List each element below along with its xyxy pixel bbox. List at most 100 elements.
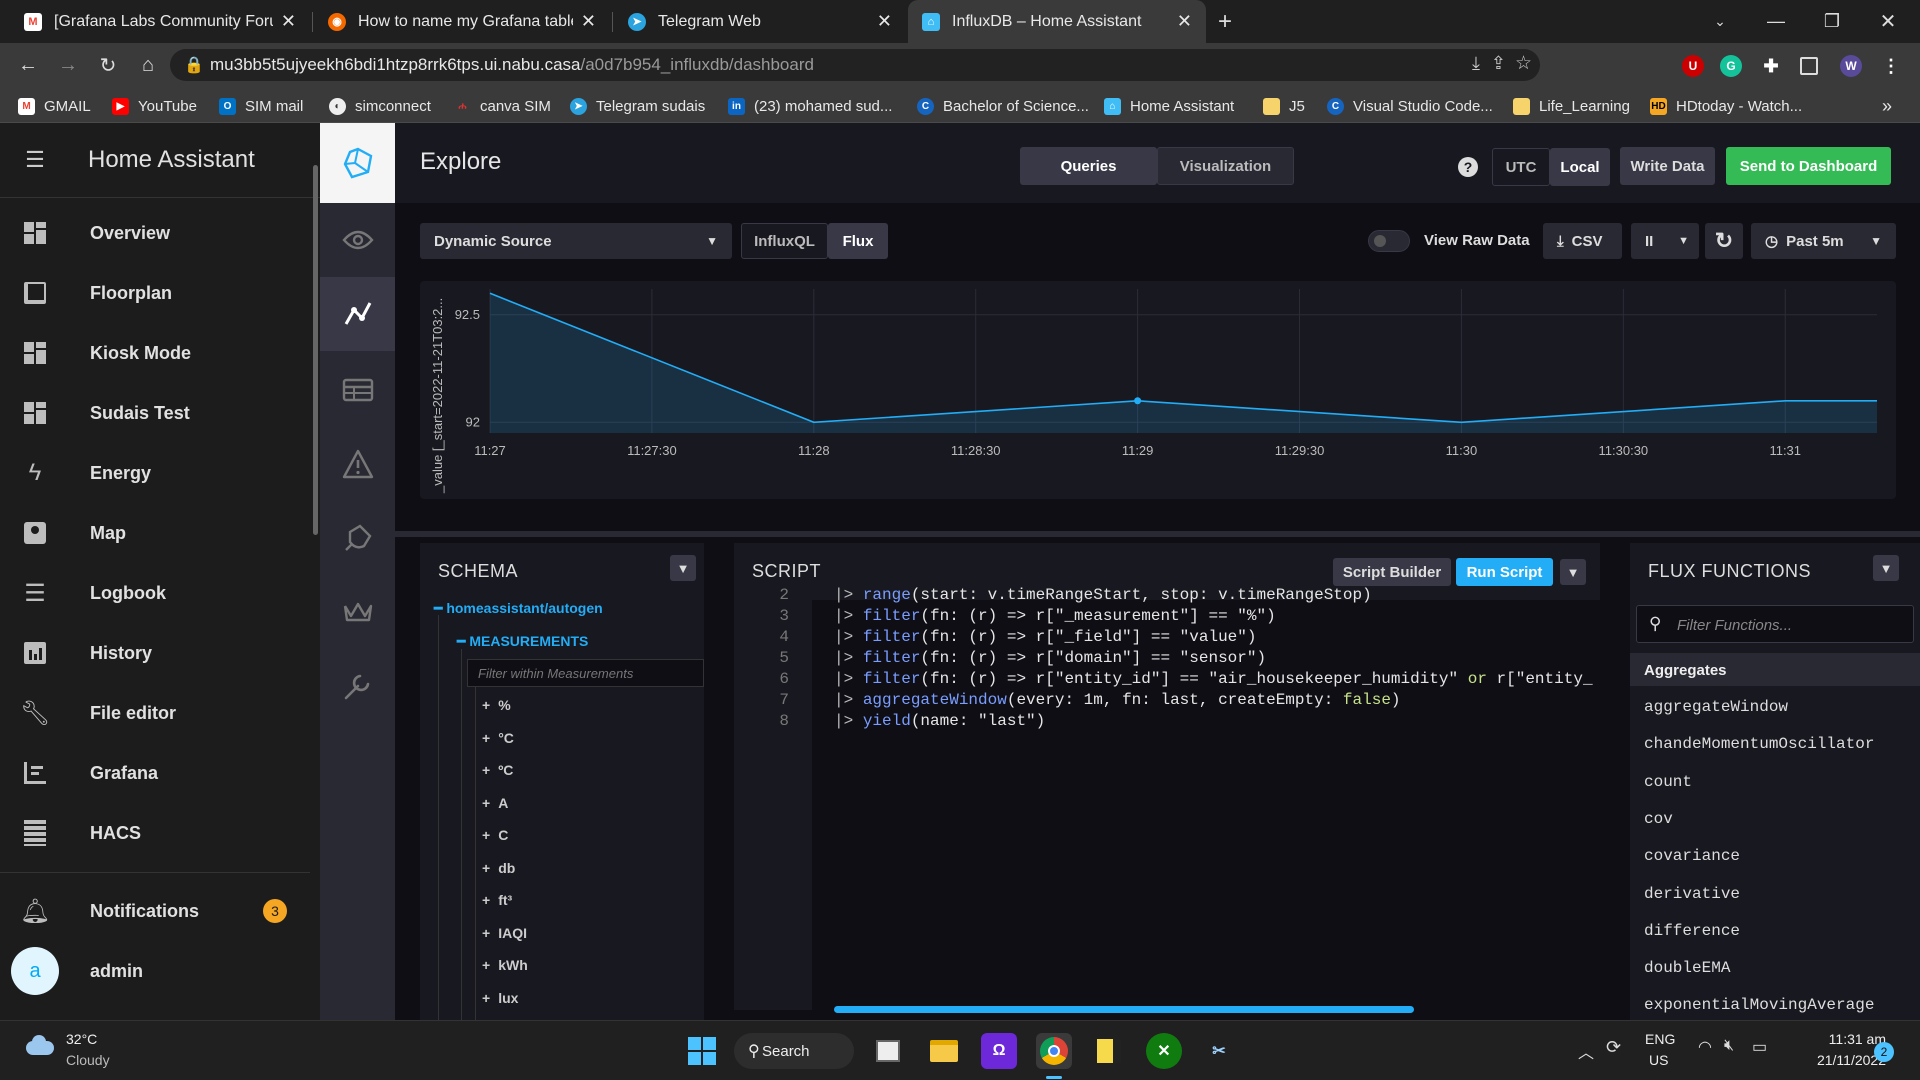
flux-function-item[interactable]: count [1644, 773, 1692, 791]
local-toggle[interactable]: Local [1550, 148, 1610, 186]
bookmark-telegram[interactable]: ➤ Telegram sudais [570, 96, 705, 116]
sidepanel-icon[interactable] [1800, 57, 1818, 75]
more-bookmarks-icon[interactable]: » [1882, 96, 1892, 116]
ublock-icon[interactable]: U [1682, 55, 1704, 77]
flux-function-item[interactable]: derivative [1644, 885, 1740, 903]
alert-icon[interactable] [320, 427, 395, 501]
sidebar-item-file-editor[interactable]: 🔧︎ File editor [0, 689, 310, 737]
minimize-button[interactable]: — [1748, 0, 1804, 43]
autorefresh-dropdown[interactable]: II ▼ [1631, 223, 1699, 259]
sidebar-item-floorplan[interactable]: Floorplan [0, 269, 310, 317]
dashboards-icon[interactable] [320, 353, 395, 427]
close-icon[interactable]: ✕ [581, 11, 596, 32]
crown-icon[interactable] [320, 575, 395, 649]
expand-icon[interactable]: + [482, 957, 490, 973]
measurement-item[interactable]: + lux [482, 990, 518, 1006]
bucket-item[interactable]: ━ homeassistant/autogen [434, 600, 603, 617]
bookmark-home-assistant[interactable]: ⌂ Home Assistant [1104, 96, 1234, 116]
sidebar-item-overview[interactable]: Overview [0, 209, 310, 257]
windows-start-icon[interactable] [684, 1033, 720, 1069]
tab-queries[interactable]: Queries [1020, 147, 1157, 185]
tab-gmail[interactable]: M [Grafana Labs Community Forums] ✕ [10, 0, 310, 43]
bookmark-sim-mail[interactable]: O SIM mail [219, 96, 303, 116]
bookmark-canva[interactable]: ሐ canva SIM [454, 96, 550, 116]
flux-function-item[interactable]: covariance [1644, 847, 1740, 865]
battery-icon[interactable]: ▭ [1752, 1037, 1767, 1057]
send-to-dashboard-button[interactable]: Send to Dashboard [1726, 147, 1891, 185]
weather-temp[interactable]: 32°C [66, 1031, 97, 1047]
expand-icon[interactable]: + [482, 697, 490, 713]
sidebar-item-logbook[interactable]: ☰ Logbook [0, 569, 310, 617]
close-icon[interactable]: ✕ [1177, 11, 1192, 32]
utc-toggle[interactable]: UTC [1492, 148, 1550, 186]
expand-icon[interactable]: + [482, 827, 490, 843]
expand-icon[interactable]: + [482, 730, 490, 746]
sidebar-item-map[interactable]: Map [0, 509, 310, 557]
tab-search-icon[interactable]: ⌄ [1692, 0, 1748, 43]
flux-function-item[interactable]: chandeMomentumOscillator [1644, 735, 1874, 753]
sidebar-item-energy[interactable]: ϟ Energy [0, 449, 310, 497]
help-icon[interactable]: ? [1458, 157, 1478, 177]
flux-function-item[interactable]: cov [1644, 810, 1673, 828]
sidebar-item-kiosk-mode[interactable]: Kiosk Mode [0, 329, 310, 377]
weather-desc[interactable]: Cloudy [66, 1052, 110, 1068]
restore-button[interactable]: ❐ [1804, 0, 1860, 43]
explore-icon[interactable] [320, 277, 395, 351]
menu-dots-icon[interactable]: ⋮ [1880, 55, 1902, 77]
raw-data-toggle[interactable] [1368, 230, 1410, 252]
code-scrollbar[interactable] [834, 1006, 1414, 1013]
wrench-icon[interactable] [320, 649, 395, 723]
code-editor[interactable]: 2 |> range(start: v.timeRangeStart, stop:… [734, 586, 1600, 1006]
clock-date[interactable]: 21/11/2022 [1776, 1052, 1886, 1068]
source-dropdown[interactable]: Dynamic Source ▼ [420, 223, 732, 259]
taskbar-search[interactable]: ⚲ Search [734, 1033, 854, 1069]
run-script-button[interactable]: Run Script [1456, 558, 1553, 586]
close-icon[interactable]: ✕ [281, 11, 296, 32]
chrome-icon[interactable] [1036, 1033, 1072, 1069]
measurement-item[interactable]: + kWh [482, 957, 528, 973]
measurement-item[interactable]: + C [482, 827, 508, 843]
tab-visualization[interactable]: Visualization [1157, 147, 1294, 185]
bookmark-youtube[interactable]: ▶ YouTube [112, 96, 197, 116]
address-bar[interactable]: 🔒 mu3bb5t5ujyeekh6bdi1htzp8rrk6tps.ui.na… [170, 49, 1540, 81]
measurement-item[interactable]: + ft³ [482, 892, 512, 908]
close-window-button[interactable]: ✕ [1860, 0, 1916, 43]
influxdb-logo-icon[interactable] [320, 123, 395, 203]
back-button[interactable]: ← [12, 49, 44, 81]
reload-button[interactable]: ↻ [92, 49, 124, 81]
run-script-dropdown[interactable]: ▼ [1560, 559, 1586, 585]
flux-function-item[interactable]: difference [1644, 922, 1740, 940]
new-tab-button[interactable]: + [1205, 0, 1245, 43]
bookmark-star-icon[interactable]: ☆ [1515, 52, 1532, 75]
share-icon[interactable]: ⇪ [1491, 53, 1506, 74]
flux-function-item[interactable]: aggregateWindow [1644, 698, 1788, 716]
sidebar-scrollbar[interactable] [313, 165, 318, 535]
write-data-button[interactable]: Write Data [1620, 147, 1715, 185]
flux-function-item[interactable]: exponentialMovingAverage [1644, 996, 1874, 1014]
flux-toggle[interactable]: Flux [828, 223, 888, 259]
chevron-up-icon[interactable]: ︿ [1578, 1039, 1594, 1063]
profile-avatar[interactable]: W [1840, 55, 1862, 77]
measurement-item[interactable]: + db [482, 860, 515, 876]
home-button[interactable]: ⌂ [132, 49, 164, 81]
bookmark-bachelor[interactable]: C Bachelor of Science... [917, 96, 1089, 116]
sidebar-item-hacs[interactable]: HACS [0, 809, 310, 857]
grammarly-icon[interactable]: G [1720, 55, 1742, 77]
sidebar-item-sudais-test[interactable]: Sudais Test [0, 389, 310, 437]
expand-icon[interactable]: + [482, 762, 490, 778]
notification-count-badge[interactable]: 2 [1874, 1042, 1894, 1062]
expand-icon[interactable]: + [482, 990, 490, 1006]
xbox-icon[interactable]: ✕ [1146, 1033, 1182, 1069]
speaker-muted-icon[interactable]: 🔇︎ [1724, 1037, 1734, 1055]
snipping-tool-icon[interactable]: ✂ [1201, 1033, 1237, 1069]
language-secondary[interactable]: US [1649, 1052, 1668, 1068]
sidebar-item-grafana[interactable]: Grafana [0, 749, 310, 797]
refresh-button[interactable]: ↻ [1705, 223, 1743, 259]
extensions-icon[interactable]: ✚ [1760, 55, 1782, 77]
wifi-icon[interactable]: ◠ [1698, 1037, 1712, 1057]
script-builder-button[interactable]: Script Builder [1333, 558, 1451, 586]
sidebar-item-history[interactable]: History [0, 629, 310, 677]
tab-telegram[interactable]: ➤ Telegram Web ✕ [614, 0, 906, 43]
bookmark-hdtoday[interactable]: HD HDtoday - Watch... [1650, 96, 1802, 116]
sidebar-item-notifications[interactable]: 🔔︎ Notifications 3 [0, 887, 310, 935]
